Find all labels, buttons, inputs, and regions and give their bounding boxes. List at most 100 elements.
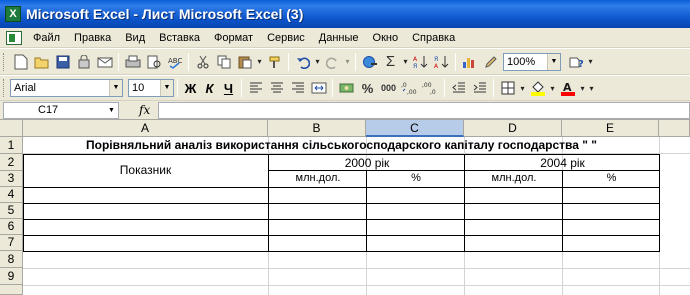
drawing-icon[interactable] <box>480 51 501 72</box>
font-color-icon[interactable]: A <box>557 78 578 99</box>
align-left-icon[interactable] <box>245 78 266 99</box>
print-icon[interactable] <box>122 51 143 72</box>
year-2004-header-cell[interactable]: 2004 рік <box>465 156 660 170</box>
indicator-header-cell[interactable]: Показник <box>23 163 268 177</box>
row-header-1[interactable]: 1 <box>0 137 23 154</box>
undo-dropdown-icon[interactable]: ▾ <box>313 57 322 66</box>
row-header-6[interactable]: 6 <box>0 219 23 235</box>
menu-format[interactable]: Формат <box>207 28 260 48</box>
menu-window[interactable]: Окно <box>366 28 406 48</box>
unit-pct-cell-e3[interactable]: % <box>563 172 660 184</box>
row-header-7[interactable]: 7 <box>0 235 23 251</box>
borders-dropdown-icon[interactable]: ▾ <box>518 84 527 93</box>
new-icon[interactable] <box>10 51 31 72</box>
row-header-4[interactable]: 4 <box>0 187 23 203</box>
row-header-9[interactable]: 9 <box>0 268 23 285</box>
format-painter-icon[interactable] <box>264 51 285 72</box>
name-box[interactable]: C17 ▼ <box>3 101 119 119</box>
font-name-combo[interactable]: Arial ▼ <box>10 79 123 97</box>
column-header-a[interactable]: A <box>23 120 268 137</box>
borders-icon[interactable] <box>497 78 518 99</box>
zoom-combo[interactable]: 100% ▼ <box>503 52 561 71</box>
menu-edit[interactable]: Правка <box>67 28 118 48</box>
column-header-e[interactable]: E <box>562 120 659 137</box>
font-name-dropdown-icon[interactable]: ▼ <box>109 80 122 96</box>
help-icon[interactable]: ? <box>565 51 586 72</box>
unit-mln-cell-d3[interactable]: млн.дол. <box>465 172 563 184</box>
menu-help[interactable]: Справка <box>405 28 462 48</box>
workbook-icon[interactable] <box>6 30 22 45</box>
year-2000-header-cell[interactable]: 2000 рік <box>269 156 465 170</box>
align-center-icon[interactable] <box>266 78 287 99</box>
insert-function-icon[interactable]: fx <box>139 103 150 117</box>
bold-button[interactable]: Ж <box>181 81 200 96</box>
column-header-d[interactable]: D <box>464 120 562 137</box>
email-icon[interactable] <box>94 51 115 72</box>
print-preview-icon[interactable] <box>143 51 164 72</box>
redo-dropdown-icon[interactable]: ▾ <box>343 57 352 66</box>
underline-button[interactable]: Ч <box>219 81 238 96</box>
row-header-10[interactable] <box>0 285 23 295</box>
row-header-2[interactable]: 2 <box>0 154 23 171</box>
menu-file[interactable]: Файл <box>26 28 67 48</box>
row-header-5[interactable]: 5 <box>0 203 23 219</box>
zoom-dropdown-icon[interactable]: ▼ <box>547 53 560 70</box>
align-right-icon[interactable] <box>287 78 308 99</box>
merge-center-icon[interactable] <box>308 78 329 99</box>
select-all-corner[interactable] <box>0 120 23 137</box>
save-icon[interactable] <box>52 51 73 72</box>
increase-indent-icon[interactable] <box>469 78 490 99</box>
toolbar-options-icon[interactable]: ▾ <box>587 84 596 93</box>
worksheet-grid[interactable]: A B C D E 1 2 3 4 5 6 7 8 9 Порівняльний… <box>0 120 690 295</box>
font-color-dropdown-icon[interactable]: ▾ <box>578 84 587 93</box>
fill-color-dropdown-icon[interactable]: ▾ <box>548 84 557 93</box>
menu-view[interactable]: Вид <box>118 28 152 48</box>
increase-decimal-icon[interactable]: ,0,00 <box>399 78 420 99</box>
redo-icon[interactable] <box>322 51 343 72</box>
toolbar-grip[interactable] <box>3 52 6 71</box>
open-icon[interactable] <box>31 51 52 72</box>
menu-insert[interactable]: Вставка <box>152 28 207 48</box>
svg-text:,0: ,0 <box>430 89 436 95</box>
chart-wizard-icon[interactable] <box>459 51 480 72</box>
unit-mln-cell-b3[interactable]: млн.дол. <box>269 172 367 184</box>
column-header-f[interactable] <box>659 120 690 137</box>
decrease-indent-icon[interactable] <box>448 78 469 99</box>
toolbar-grip[interactable] <box>3 79 6 97</box>
autosum-dropdown-icon[interactable]: ▾ <box>401 57 410 66</box>
hyperlink-icon[interactable] <box>359 51 380 72</box>
menu-tools[interactable]: Сервис <box>260 28 312 48</box>
currency-icon[interactable] <box>336 78 357 99</box>
permission-icon[interactable] <box>73 51 94 72</box>
column-header-c[interactable]: C <box>366 120 464 137</box>
font-size-dropdown-icon[interactable]: ▼ <box>160 80 173 96</box>
table-title-cell[interactable]: Порівняльний аналіз використання сільськ… <box>23 138 660 152</box>
paste-dropdown-icon[interactable]: ▾ <box>255 57 264 66</box>
italic-button[interactable]: К <box>200 81 219 96</box>
row-header-3[interactable]: 3 <box>0 171 23 187</box>
sort-ascending-icon[interactable]: AЯ <box>410 51 431 72</box>
autosum-icon[interactable]: Σ <box>380 51 401 72</box>
undo-icon[interactable] <box>292 51 313 72</box>
spelling-icon[interactable]: ABC <box>164 51 185 72</box>
copy-icon[interactable] <box>213 51 234 72</box>
separator <box>177 79 178 97</box>
font-size-combo[interactable]: 10 ▼ <box>128 79 174 97</box>
svg-text:ABC: ABC <box>168 57 182 65</box>
decrease-decimal-icon[interactable]: ,00,0 <box>420 78 441 99</box>
sort-descending-icon[interactable]: ЯA <box>431 51 452 72</box>
thousands-button[interactable]: 000 <box>378 78 399 99</box>
cut-icon[interactable] <box>192 51 213 72</box>
fill-color-icon[interactable] <box>527 78 548 99</box>
name-box-value: C17 <box>38 103 59 116</box>
paste-icon[interactable] <box>234 51 255 72</box>
row-header-8[interactable]: 8 <box>0 251 23 268</box>
menu-data[interactable]: Данные <box>312 28 366 48</box>
unit-pct-cell-c3[interactable]: % <box>367 172 465 184</box>
svg-text:,00: ,00 <box>422 82 432 89</box>
percent-button[interactable]: % <box>357 78 378 99</box>
column-header-b[interactable]: B <box>268 120 366 137</box>
formula-input[interactable] <box>158 101 690 119</box>
toolbar-options-icon[interactable]: ▾ <box>586 57 595 66</box>
name-box-dropdown-icon[interactable]: ▼ <box>105 103 118 118</box>
